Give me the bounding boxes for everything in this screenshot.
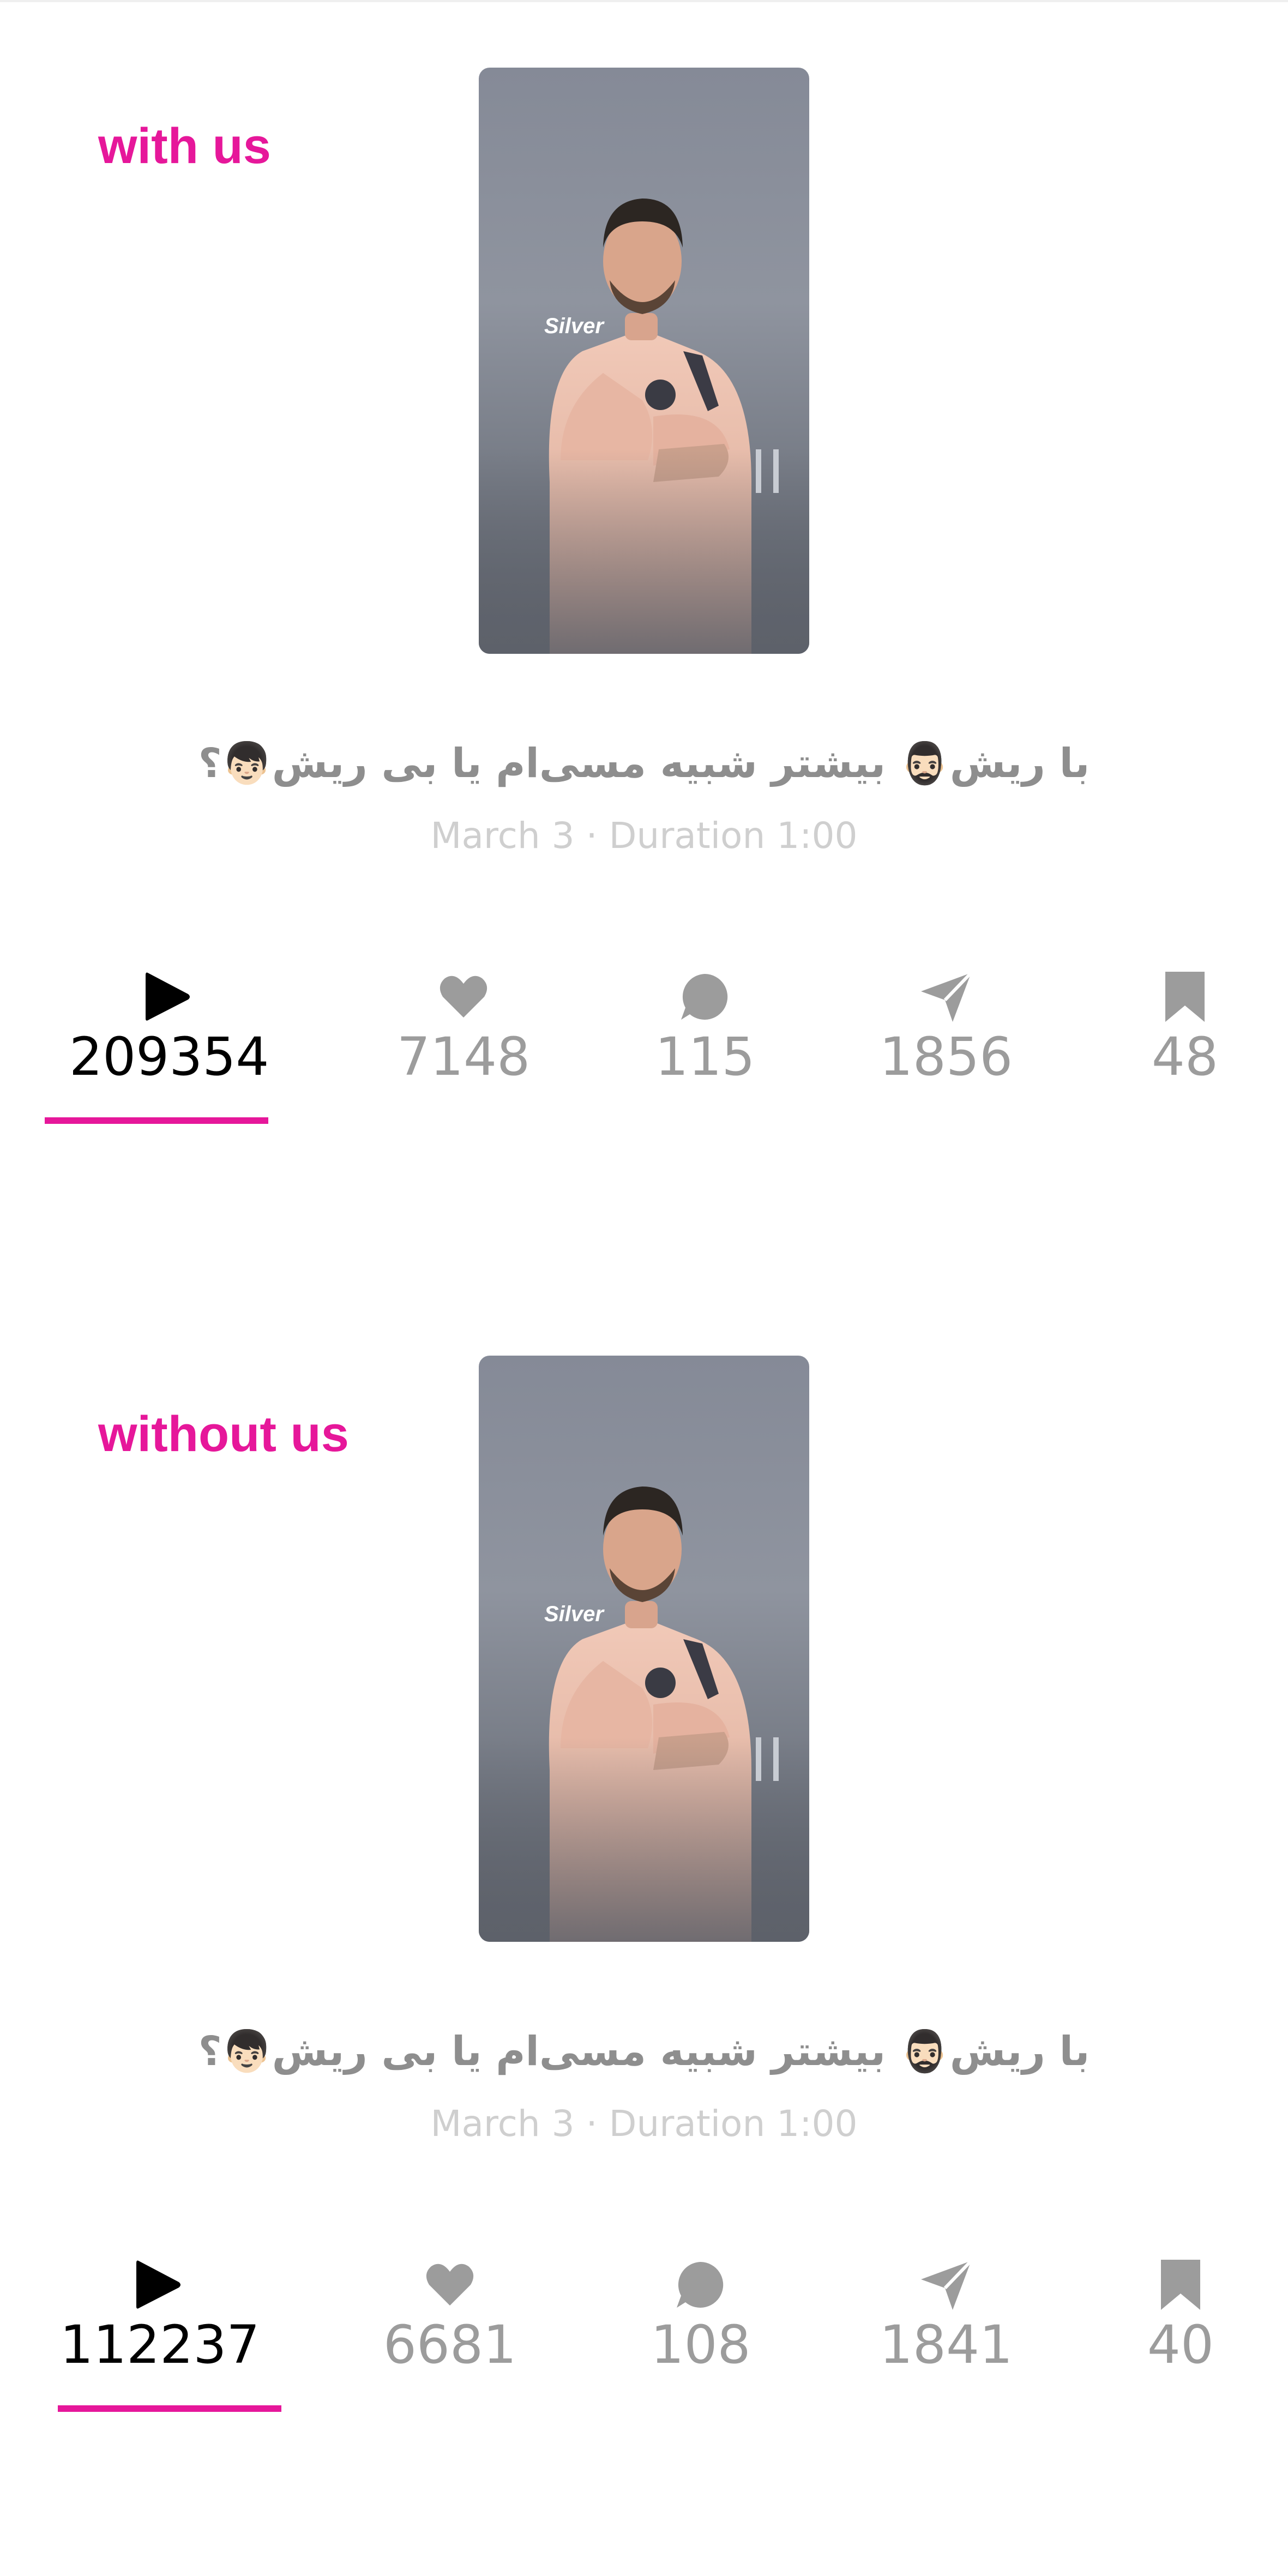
- shares-count: 1841: [879, 2314, 1013, 2375]
- bookmark-icon: [1165, 972, 1205, 1022]
- send-icon: [921, 2259, 973, 2310]
- play-icon: [146, 972, 190, 1021]
- comments-count: 115: [655, 1026, 755, 1087]
- saves-count: 40: [1147, 2314, 1214, 2375]
- stat-views[interactable]: 112237: [60, 2258, 260, 2375]
- saves-count: 48: [1151, 1026, 1219, 1087]
- post-card-without-us: without us Silver: [0, 1288, 1288, 2466]
- comments-count: 108: [651, 2314, 751, 2375]
- heart-icon: [440, 976, 487, 1018]
- post-card-with-us: with us Silver: [0, 0, 1288, 1178]
- send-icon: [921, 971, 973, 1022]
- comparison-label: without us: [98, 1406, 349, 1462]
- video-thumbnail[interactable]: Silver: [479, 68, 809, 654]
- active-tab-indicator: [58, 2405, 281, 2412]
- player-photo: [479, 198, 809, 654]
- player-photo: [479, 1486, 809, 1942]
- brand-watermark: Silver: [544, 1602, 604, 1626]
- play-icon: [136, 2260, 180, 2309]
- views-count: 112237: [60, 2314, 260, 2375]
- bookmark-icon: [1161, 2260, 1200, 2310]
- stat-shares[interactable]: 1856: [848, 970, 1044, 1083]
- post-meta: March 3 · Duration 1:00: [430, 815, 858, 857]
- likes-count: 7148: [396, 1026, 531, 1087]
- stat-comments[interactable]: 108: [603, 2258, 799, 2371]
- heart-icon: [426, 2264, 474, 2306]
- video-thumbnail[interactable]: Silver: [479, 1356, 809, 1942]
- post-caption: با ریش🧔🏻‍♂️ بیشتر شبیه مسی‌ام یا بی ریش👦…: [198, 740, 1090, 787]
- views-count: 209354: [69, 1026, 269, 1087]
- likes-count: 6681: [383, 2314, 517, 2375]
- active-tab-indicator: [45, 1117, 268, 1124]
- stat-comments[interactable]: 115: [607, 970, 803, 1083]
- brand-watermark: Silver: [544, 314, 604, 338]
- stat-shares[interactable]: 1841: [848, 2258, 1044, 2371]
- stat-likes[interactable]: 7148: [365, 970, 562, 1083]
- stat-views[interactable]: 209354: [69, 970, 269, 1087]
- post-meta: March 3 · Duration 1:00: [430, 2103, 858, 2145]
- shares-count: 1856: [879, 1026, 1013, 1087]
- comment-bubble-icon: [677, 2262, 724, 2308]
- stat-likes[interactable]: 6681: [352, 2258, 548, 2371]
- stat-saves[interactable]: 40: [1082, 2258, 1279, 2371]
- post-caption: با ریش🧔🏻‍♂️ بیشتر شبیه مسی‌ام یا بی ریش👦…: [198, 2028, 1090, 2075]
- comparison-label: with us: [98, 118, 271, 174]
- stat-saves[interactable]: 48: [1087, 970, 1283, 1083]
- comment-bubble-icon: [681, 974, 728, 1020]
